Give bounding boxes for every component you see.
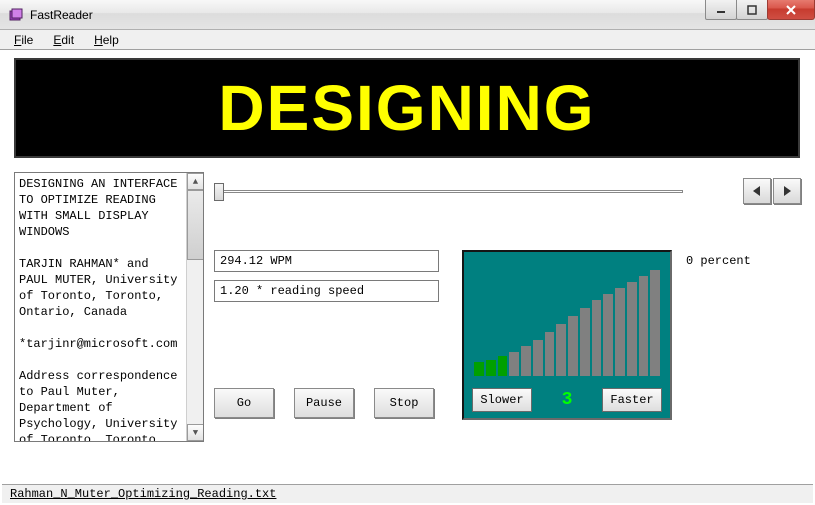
speed-bar [603,294,613,376]
speed-bar [521,346,531,376]
position-slider[interactable] [214,181,683,201]
percent-label: 0 percent [686,254,751,268]
close-button[interactable] [767,0,815,20]
window-title: FastReader [30,8,93,22]
speed-bar [474,362,484,376]
speed-bar [639,276,649,376]
speed-bar [592,300,602,376]
speed-bar [545,332,555,376]
source-text-pane[interactable]: DESIGNING AN INTERFACE TO OPTIMIZE READI… [14,172,204,442]
speed-bar [486,360,496,376]
maximize-button[interactable] [736,0,768,20]
next-button[interactable] [773,178,801,204]
menu-bar: File Edit Help [0,30,815,50]
minimize-button[interactable] [705,0,737,20]
scroll-down-button[interactable]: ▼ [187,424,204,441]
wpm-field: 294.12 WPM [214,250,439,272]
speed-bar [615,288,625,376]
prev-button[interactable] [743,178,771,204]
menu-file[interactable]: File [6,31,41,49]
speed-bar [556,324,566,376]
stats-group: 294.12 WPM 1.20 * reading speed Go Pause… [214,250,444,420]
status-bar: Rahman_N_Muter_Optimizing_Reading.txt [2,484,813,503]
scroll-thumb[interactable] [187,190,204,260]
word-display-panel: DESIGNING [14,58,800,158]
faster-button[interactable]: Faster [602,388,662,412]
scroll-up-button[interactable]: ▲ [187,173,204,190]
speed-bar [580,308,590,376]
go-button[interactable]: Go [214,388,274,418]
source-text: DESIGNING AN INTERFACE TO OPTIMIZE READI… [15,173,185,442]
text-scrollbar[interactable]: ▲ ▼ [186,173,203,441]
speed-panel: Slower 3 Faster [462,250,672,420]
speed-bar [509,352,519,376]
speed-bar [627,282,637,376]
speed-bar [650,270,660,376]
pause-button[interactable]: Pause [294,388,354,418]
app-icon [8,7,24,23]
menu-help[interactable]: Help [86,31,127,49]
multiplier-field: 1.20 * reading speed [214,280,439,302]
current-word: DESIGNING [218,71,595,145]
menu-edit[interactable]: Edit [45,31,82,49]
slider-thumb[interactable] [214,183,224,201]
speed-level: 3 [562,390,573,410]
slower-button[interactable]: Slower [472,388,532,412]
stop-button[interactable]: Stop [374,388,434,418]
speed-bars [474,266,660,376]
speed-bar [533,340,543,376]
client-area: DESIGNING DESIGNING AN INTERFACE TO OPTI… [0,50,815,442]
speed-bar [498,356,508,376]
speed-bar [568,316,578,376]
title-bar: FastReader [0,0,815,30]
status-filename: Rahman_N_Muter_Optimizing_Reading.txt [10,487,276,501]
